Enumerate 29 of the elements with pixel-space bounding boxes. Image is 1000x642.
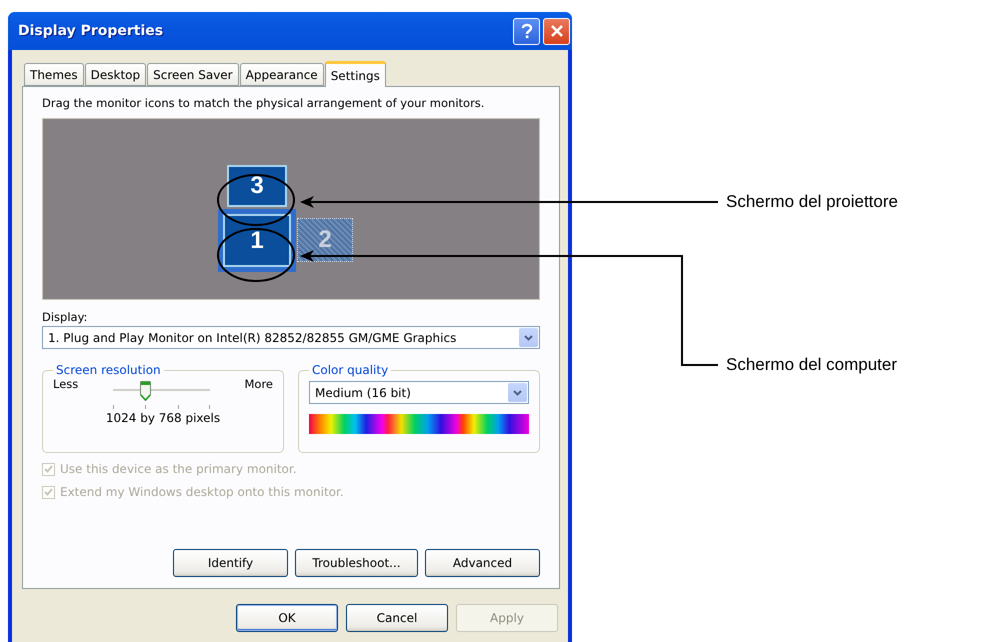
help-button[interactable] xyxy=(513,18,540,44)
tab[interactable]: Appearance xyxy=(240,63,324,86)
tab[interactable]: Desktop xyxy=(84,63,146,86)
group-title: Color quality xyxy=(311,363,390,377)
display-dropdown[interactable]: 1. Plug and Play Monitor on Intel(R) 82852/82855 GM/GME Graphics xyxy=(42,326,540,349)
close-icon xyxy=(550,24,564,38)
tab[interactable]: Settings xyxy=(324,61,386,87)
display-label: Display: xyxy=(42,310,88,324)
dialog-button[interactable]: Cancel xyxy=(346,604,448,632)
slider-max-label: More xyxy=(244,377,273,391)
color-quality-dropdown[interactable]: Medium (16 bit) xyxy=(309,381,529,404)
tab[interactable]: Screen Saver xyxy=(147,63,239,86)
tab[interactable]: Themes xyxy=(24,63,84,86)
dialog-button[interactable]: OK xyxy=(236,604,338,632)
group-title: Screen resolution xyxy=(55,363,162,377)
slider-min-label: Less xyxy=(53,377,78,391)
window-title: Display Properties xyxy=(17,23,164,39)
panel-button[interactable]: Troubleshoot... xyxy=(295,549,418,577)
resolution-slider[interactable] xyxy=(112,381,210,411)
annotation-label: Schermo del proiettore xyxy=(726,192,898,212)
monitor-icon[interactable]: 3 xyxy=(227,165,287,207)
resolution-reading: 1024 by 768 pixels xyxy=(104,411,222,425)
annotation-label: Schermo del computer xyxy=(726,355,898,375)
panel-button[interactable]: Advanced xyxy=(425,549,540,577)
slider-thumb[interactable] xyxy=(140,381,151,401)
instruction-text: Drag the monitor icons to match the physical arrangement of your monitors. xyxy=(42,96,486,110)
help-icon xyxy=(520,23,532,39)
close-button[interactable] xyxy=(543,18,570,44)
panel-button[interactable]: Identify xyxy=(173,549,288,577)
